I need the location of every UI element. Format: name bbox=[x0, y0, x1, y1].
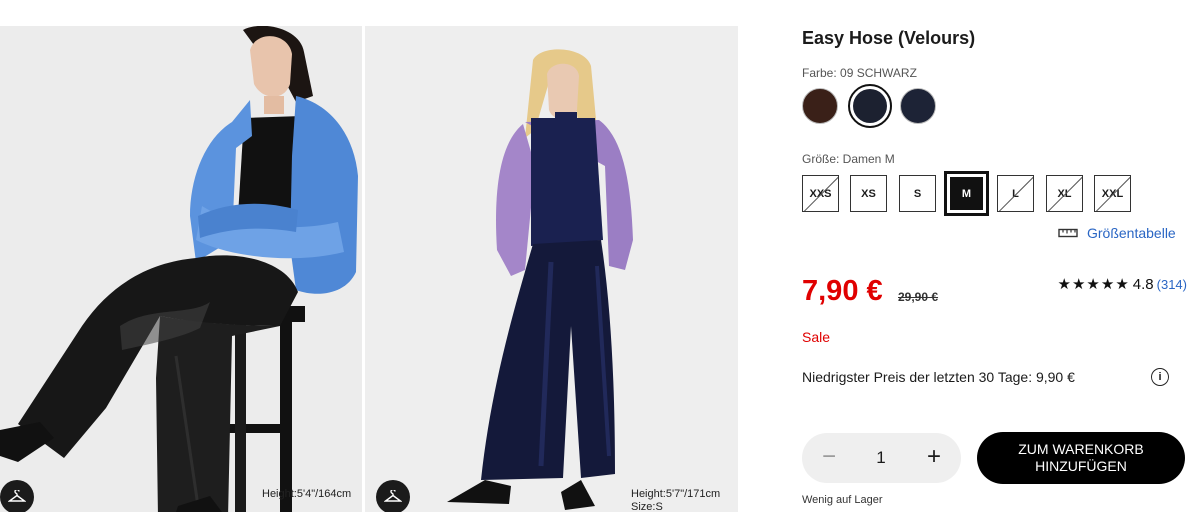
decrease-quantity-button[interactable]: − bbox=[814, 443, 844, 473]
hanger-icon[interactable] bbox=[376, 480, 410, 512]
model-size-info: Height:5'7"/171cm Size:S bbox=[631, 488, 720, 512]
size-option-label: XXL bbox=[1101, 187, 1124, 200]
increase-quantity-button[interactable]: + bbox=[919, 443, 949, 473]
size-label: Größe: Damen M bbox=[802, 152, 895, 166]
sale-price: 7,90 € bbox=[802, 275, 883, 307]
info-icon[interactable]: i bbox=[1151, 368, 1169, 386]
product-gallery: Height:5'4"/164cm Height:5'7"/171cm Size… bbox=[0, 26, 738, 512]
rating-stars: ★★★★★ bbox=[1057, 276, 1130, 293]
color-swatch-black[interactable] bbox=[848, 84, 892, 128]
size-option-xs[interactable]: XS bbox=[850, 175, 887, 212]
add-to-cart-label: ZUM WARENKORB HINZUFÜGEN bbox=[1018, 441, 1144, 474]
sale-badge: Sale bbox=[802, 329, 831, 345]
add-to-cart-button[interactable]: ZUM WARENKORB HINZUFÜGEN bbox=[977, 432, 1185, 484]
color-swatch-navy[interactable] bbox=[900, 88, 936, 124]
size-option-label: XXS bbox=[809, 187, 832, 200]
product-rating[interactable]: ★★★★★ 4.8 (314) bbox=[1057, 275, 1187, 294]
size-option-l[interactable]: L bbox=[997, 175, 1034, 212]
size-option-label: S bbox=[913, 187, 922, 200]
model-size-text: Size:S bbox=[631, 501, 663, 512]
model-illustration-standing bbox=[365, 26, 738, 512]
stock-status: Wenig auf Lager bbox=[802, 494, 883, 506]
lowest-price-text: Niedrigster Preis der letzten 30 Tage: 9… bbox=[802, 369, 1075, 385]
original-price: 29,90 € bbox=[898, 290, 939, 304]
size-option-label: L bbox=[1012, 187, 1019, 200]
size-option-m[interactable]: M bbox=[944, 171, 989, 216]
size-option-s[interactable]: S bbox=[899, 175, 936, 212]
product-image-1[interactable]: Height:5'4"/164cm bbox=[0, 26, 362, 512]
product-title: Easy Hose (Velours) bbox=[802, 28, 976, 48]
size-chart-link[interactable]: Größentabelle bbox=[1058, 225, 1176, 241]
color-label: Farbe: 09 SCHWARZ bbox=[802, 66, 917, 80]
product-image-2[interactable]: Height:5'7"/171cm Size:S bbox=[365, 26, 738, 512]
quantity-value[interactable]: 1 bbox=[866, 448, 896, 468]
hanger-icon[interactable] bbox=[0, 480, 34, 512]
model-illustration-seated bbox=[0, 26, 362, 512]
color-swatch-brown[interactable] bbox=[802, 88, 838, 124]
size-option-label: XL bbox=[1057, 187, 1072, 200]
ruler-icon bbox=[1058, 228, 1078, 238]
size-option-label: M bbox=[961, 187, 972, 200]
product-info-panel: Easy Hose (Velours) Farbe: 09 SCHWARZ Gr… bbox=[802, 0, 1187, 512]
size-option-xxs[interactable]: XXS bbox=[802, 175, 839, 212]
model-size-info: Height:5'4"/164cm bbox=[262, 488, 351, 501]
rating-value: 4.8 bbox=[1132, 275, 1154, 293]
model-height-text: Height:5'7"/171cm bbox=[631, 488, 721, 500]
size-chart-label: Größentabelle bbox=[1087, 225, 1176, 241]
size-option-label: XS bbox=[861, 187, 876, 200]
size-option-xl[interactable]: XL bbox=[1046, 175, 1083, 212]
size-option-xxl[interactable]: XXL bbox=[1094, 175, 1131, 212]
model-height-text: Height:5'4"/164cm bbox=[262, 488, 352, 500]
review-count-link[interactable]: (314) bbox=[1157, 277, 1187, 292]
quantity-stepper: − 1 + bbox=[802, 433, 961, 483]
